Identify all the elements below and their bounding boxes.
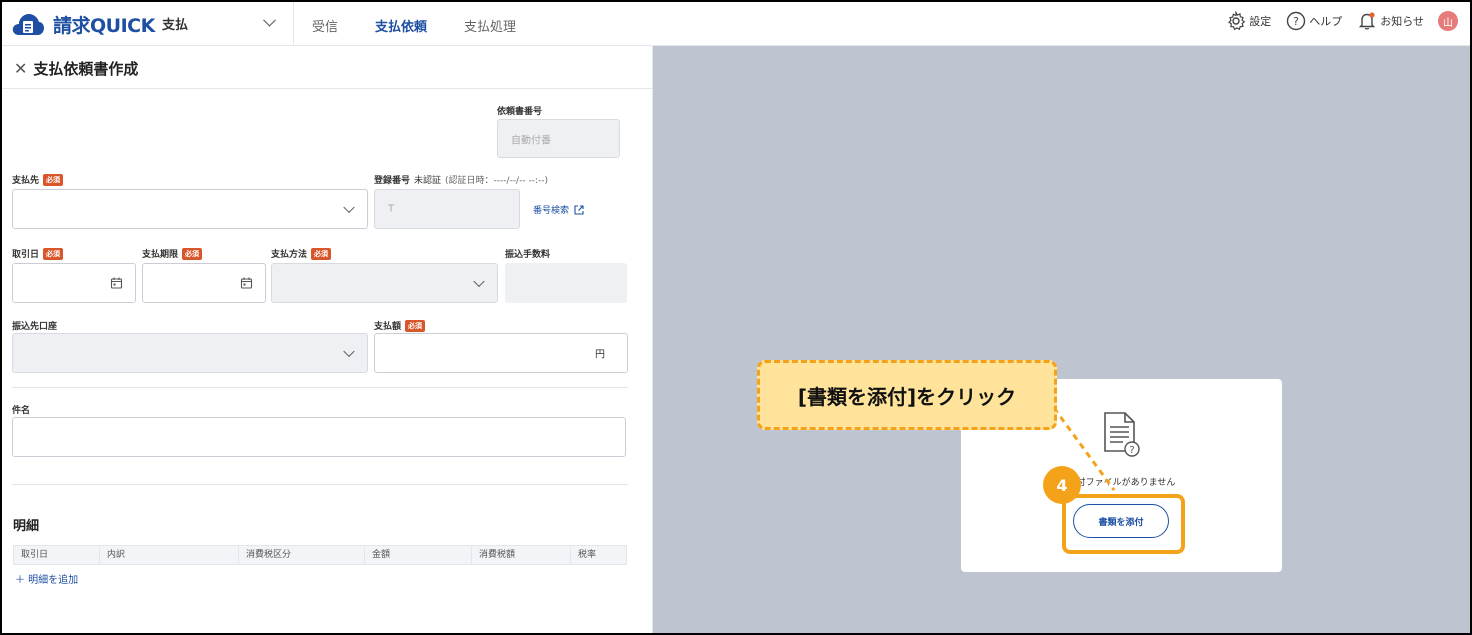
payment-amount-label-text: 支払額: [374, 322, 402, 332]
close-icon[interactable]: ✕: [14, 59, 27, 78]
required-badge: 必須: [405, 319, 426, 332]
help-label: ヘルプ: [1309, 15, 1343, 28]
external-link-icon: [574, 204, 584, 215]
calendar-icon[interactable]: [110, 277, 123, 290]
request-form: ✕ 支払依頼書作成 依頼書番号 自動付番 支払先 必須 登録番号 未認証 (認証…: [2, 46, 653, 633]
transfer-fee-field: [505, 263, 627, 303]
required-badge: 必須: [43, 173, 64, 186]
payee-label-text: 支払先: [12, 176, 40, 186]
registration-label-text: 登録番号: [374, 176, 411, 186]
payee-label: 支払先 必須: [12, 173, 64, 186]
header-divider: [293, 2, 294, 46]
chevron-down-icon: [263, 13, 276, 27]
transaction-date-input[interactable]: [12, 263, 136, 303]
notifications-label: お知らせ: [1380, 15, 1424, 28]
column-tax-rate: 税率: [578, 550, 597, 560]
notifications-button[interactable]: お知らせ: [1357, 11, 1424, 31]
app-logo[interactable]: 請求QUICK: [11, 11, 155, 37]
column-amount: 金額: [365, 546, 472, 564]
main-nav: 受信 支払依頼 支払処理: [312, 16, 553, 35]
transfer-account-label: 振込先口座: [12, 322, 58, 332]
highlight-frame: [1062, 494, 1185, 554]
instruction-callout: [書類を添付]をクリック: [757, 360, 1057, 430]
chevron-down-icon: [473, 275, 485, 288]
column-breakdown: 内訳: [100, 546, 239, 564]
required-badge: 必須: [43, 247, 64, 260]
payment-deadline-label: 支払期限 必須: [142, 247, 203, 260]
help-icon: ?: [1287, 11, 1306, 31]
chevron-down-icon: [343, 345, 355, 358]
transaction-date-label: 取引日 必須: [12, 247, 64, 260]
logo-text: 請求QUICK: [53, 14, 155, 37]
column-transaction-date: 取引日: [14, 546, 100, 564]
header-actions: 設定 ? ヘルプ お知らせ 山: [1211, 11, 1458, 31]
transfer-account-select[interactable]: [12, 333, 368, 373]
request-number-value: 自動付番: [511, 135, 551, 146]
module-select-label: 支払: [162, 18, 189, 33]
details-table-header: 取引日 内訳 消費税区分 金額 消費税額 税率: [13, 545, 627, 565]
app-window: 請求QUICK 支払 受信 支払依頼 支払処理 設定 ? ヘルプ お知らせ 山 …: [2, 2, 1470, 633]
nav-item-received[interactable]: 受信: [312, 16, 338, 35]
registration-number-field: T: [374, 189, 520, 229]
number-search-label: 番号検索: [533, 206, 570, 216]
payment-amount-label: 支払額 必須: [374, 319, 426, 332]
required-badge: 必須: [182, 247, 203, 260]
help-button[interactable]: ? ヘルプ: [1286, 11, 1342, 31]
subject-input[interactable]: [12, 417, 626, 457]
svg-text:?: ?: [1293, 15, 1299, 28]
top-bar: 請求QUICK 支払 受信 支払依頼 支払処理 設定 ? ヘルプ お知らせ 山: [2, 2, 1470, 46]
settings-button[interactable]: 設定: [1226, 11, 1271, 31]
empty-attachment-text: 添付ファイルがありません: [1067, 478, 1176, 488]
section-divider: [12, 484, 628, 485]
add-detail-link[interactable]: ＋ 明細を追加: [15, 571, 78, 586]
column-tax-category: 消費税区分: [239, 546, 365, 564]
step-badge: 4: [1043, 466, 1081, 504]
document-question-icon: ?: [1104, 412, 1140, 457]
settings-label: 設定: [1249, 15, 1272, 28]
transfer-fee-label: 振込手数料: [505, 250, 551, 260]
title-divider: [2, 88, 652, 89]
payment-method-label-text: 支払方法: [271, 250, 308, 260]
details-section-title: 明細: [13, 519, 40, 534]
chevron-down-icon: [343, 201, 355, 214]
number-search-link[interactable]: 番号検索: [533, 203, 585, 216]
section-divider: [12, 387, 628, 388]
request-number-field: 自動付番: [497, 119, 620, 158]
gear-icon: [1228, 11, 1246, 31]
avatar[interactable]: 山: [1438, 11, 1458, 31]
page-title: ✕ 支払依頼書作成: [14, 58, 138, 79]
svg-text:?: ?: [1129, 445, 1134, 456]
currency-unit: 円: [595, 349, 605, 361]
payment-amount-input[interactable]: 円: [374, 333, 628, 373]
transaction-date-label-text: 取引日: [12, 250, 40, 260]
nav-item-payment-request[interactable]: 支払依頼: [375, 16, 427, 35]
required-badge: 必須: [311, 247, 332, 260]
registration-note: (認証日時：----/--/-- --:--): [445, 176, 548, 186]
payment-deadline-input[interactable]: [142, 263, 266, 303]
subject-label: 件名: [12, 406, 31, 416]
payment-method-label: 支払方法 必須: [271, 247, 332, 260]
column-tax-amount: 消費税額: [472, 546, 571, 564]
calendar-icon[interactable]: [240, 277, 253, 290]
registration-number-label: 登録番号 未認証 (認証日時：----/--/-- --:--): [374, 173, 548, 186]
registration-status: 未認証: [414, 176, 442, 186]
registration-prefix: T: [388, 203, 395, 215]
cloud-logo-icon: [12, 14, 44, 35]
payee-select[interactable]: [12, 189, 368, 229]
request-number-label: 依頼書番号: [497, 107, 543, 117]
page-title-text: 支払依頼書作成: [33, 60, 139, 78]
module-select[interactable]: 支払: [162, 13, 282, 36]
nav-item-payment-processing[interactable]: 支払処理: [464, 16, 516, 35]
payment-deadline-label-text: 支払期限: [142, 250, 179, 260]
payment-method-select[interactable]: [271, 263, 498, 303]
bell-icon: [1359, 12, 1376, 30]
